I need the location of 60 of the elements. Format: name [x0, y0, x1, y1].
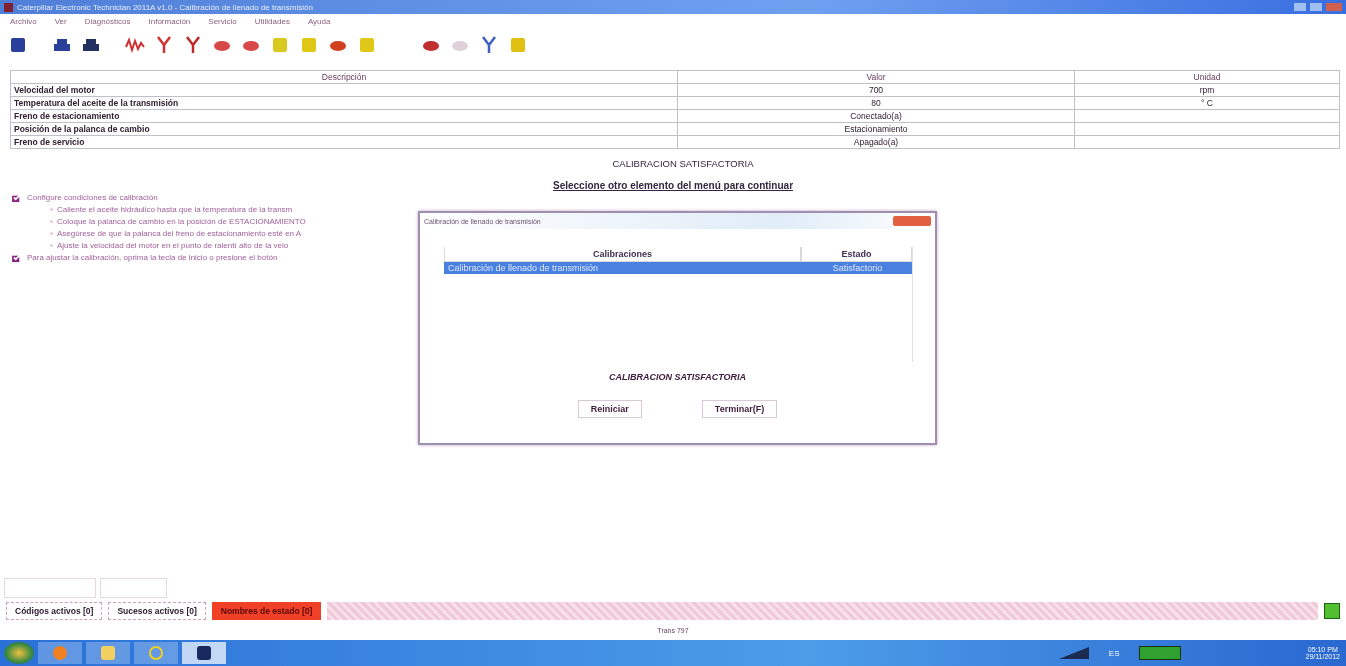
bullet-icon: [50, 208, 53, 211]
close-button[interactable]: [893, 216, 931, 226]
status-message: CALIBRACION SATISFACTORIA: [611, 158, 755, 169]
menu-item[interactable]: Ayuda: [307, 16, 331, 26]
signal-icon: [1058, 647, 1089, 659]
menu-item[interactable]: Servicio: [208, 16, 237, 26]
table-cell: 80: [677, 96, 1075, 110]
bullet-icon: [50, 244, 53, 247]
tab[interactable]: Códigos activos [0]: [6, 602, 103, 620]
language-indicator[interactable]: ES: [1108, 648, 1120, 658]
window-title: Caterpillar Electronic Technician 2011A v1.0 - Calibración de llenado de transmisión: [17, 2, 313, 12]
table-cell: Posición de la palanca de cambio: [10, 122, 678, 136]
dialog-button[interactable]: Reiniciar: [577, 400, 642, 418]
result-message: CALIBRACION SATISFACTORIA: [607, 372, 748, 382]
tab[interactable]: Nombres de estado [0]: [211, 602, 322, 620]
minimize-button[interactable]: [1294, 3, 1306, 11]
waveform-icon[interactable]: [125, 35, 145, 55]
instruction-text: Asegúrese de que la palanca del freno de estacionamiento esté en A: [57, 229, 302, 238]
prompt-text: Seleccione otro elemento del menú para continuar: [551, 180, 795, 191]
maximize-button[interactable]: [1310, 3, 1322, 11]
column-header: Valor: [677, 70, 1075, 84]
tab[interactable]: [4, 578, 96, 598]
instruction-text: Coloque la palanca de cambio en la posición de ESTACIONAMIENTO: [57, 217, 306, 226]
table-cell: Conectado(a): [677, 109, 1075, 123]
tab[interactable]: Sucesos activos [0]: [108, 602, 206, 620]
table-cell: rpm: [1074, 83, 1340, 97]
table-cell: Freno de servicio: [10, 135, 678, 149]
start-button[interactable]: [4, 642, 34, 664]
instruction-text: Caliente el aceite hidráulico hasta que la temperatura de la transm: [57, 205, 293, 214]
table-cell: ° C: [1074, 96, 1340, 110]
list-row[interactable]: Calibración de llenado de transmisión Satisfactorio: [444, 262, 912, 274]
bullet-icon: [50, 220, 53, 223]
close-button[interactable]: [1326, 3, 1342, 11]
folder-icon[interactable]: [86, 642, 130, 664]
column-header: Unidad: [1074, 70, 1340, 84]
battery-icon: [1139, 646, 1182, 660]
dialog-button[interactable]: Terminar(F): [701, 400, 778, 418]
column-header: Descripción: [10, 70, 678, 84]
app-icon: [4, 2, 13, 12]
instruction-text: Para ajustar la calibración, oprima la tecla de inicio o presione el botón: [27, 253, 278, 262]
app-icon[interactable]: [182, 642, 226, 664]
checkbox-icon: [12, 253, 23, 262]
table-cell: Freno de estacionamiento: [10, 109, 678, 123]
table-cell: Velocidad del motor: [10, 83, 678, 97]
table-cell: 700: [677, 83, 1075, 97]
menu-item[interactable]: Utilidades: [254, 16, 290, 26]
table-cell: Temperatura del aceite de la transmisión: [10, 96, 678, 110]
menu-item[interactable]: Diagnósticos: [84, 16, 131, 26]
menu-item[interactable]: Archivo: [10, 16, 37, 26]
table-cell: Apagado(a): [677, 135, 1075, 149]
checkbox-icon: [12, 193, 23, 202]
status-icon: [1324, 603, 1340, 619]
tab[interactable]: [100, 578, 167, 598]
instruction-text: Configure condiciones de calibración: [27, 193, 158, 202]
menu-item[interactable]: Información: [148, 16, 191, 26]
bullet-icon: [50, 232, 53, 235]
instruction-text: Ajuste la velocidad del motor en el punto de ralentí alto de la velo: [57, 241, 289, 250]
media-player-icon[interactable]: [38, 642, 82, 664]
table-cell: Estacionamiento: [677, 122, 1075, 136]
menu-item[interactable]: Ver: [54, 16, 67, 26]
